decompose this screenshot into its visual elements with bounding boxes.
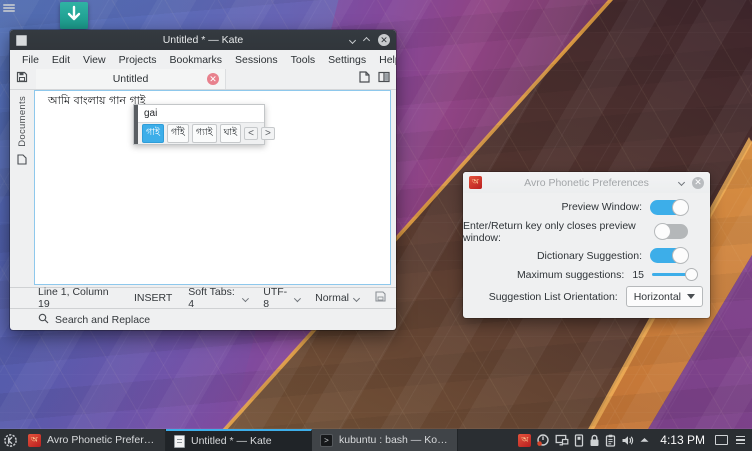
enter-closes-label: Enter/Return key only closes preview win… <box>463 220 647 244</box>
menu-sessions[interactable]: Sessions <box>235 54 278 66</box>
maximum-suggestions-label: Maximum suggestions: <box>517 269 624 281</box>
preview-window-toggle[interactable] <box>650 200 688 215</box>
close-icon[interactable]: ✕ <box>378 34 390 46</box>
documents-icon <box>17 152 27 170</box>
suggestion-item[interactable]: গাঁই <box>167 124 189 143</box>
avro-titlebar[interactable]: অ Avro Phonetic Preferences ✕ <box>463 172 710 193</box>
maximize-icon[interactable] <box>363 36 370 43</box>
highlight-mode-dropdown[interactable]: Normal <box>315 292 359 304</box>
kde-logo-icon <box>3 433 18 448</box>
tab-label: Untitled <box>113 73 149 85</box>
task-konsole[interactable]: > kubuntu : bash — Konsole <box>312 429 458 451</box>
device-notifier-icon[interactable] <box>574 434 584 447</box>
close-icon[interactable]: ✕ <box>692 177 704 189</box>
system-tray: অ 4:13 PM <box>518 429 752 451</box>
sidebar-tab-documents[interactable]: Documents <box>17 96 28 147</box>
search-and-replace-toolview[interactable]: Search and Replace <box>10 308 396 330</box>
avro-task-icon: অ <box>28 434 41 447</box>
suggestion-item[interactable]: ঘাই <box>220 124 242 143</box>
kate-titlebar[interactable]: Untitled * — Kate ✕ <box>10 30 396 50</box>
desktop-toolbox-hamburger-icon[interactable] <box>2 2 16 14</box>
task-kate[interactable]: Untitled * — Kate <box>166 429 312 451</box>
avro-dialog-title: Avro Phonetic Preferences <box>463 177 710 189</box>
chevron-down-icon <box>687 294 695 299</box>
suggestion-item-selected[interactable]: গাই <box>142 124 164 143</box>
menu-view[interactable]: View <box>83 54 106 66</box>
popup-grip-handle[interactable] <box>134 105 138 144</box>
minimize-icon[interactable] <box>678 179 685 186</box>
application-launcher-button[interactable] <box>0 429 20 451</box>
konsole-task-icon: > <box>320 434 333 447</box>
popup-suggestion-row: গাই গাঁই গ্যাই ঘাই < > <box>134 122 264 144</box>
menu-tools[interactable]: Tools <box>291 54 316 66</box>
kate-window-title: Untitled * — Kate <box>10 34 396 46</box>
save-icon[interactable] <box>16 70 28 88</box>
kate-tabbar: Untitled ✕ <box>10 69 396 90</box>
panel-settings-icon[interactable] <box>733 436 748 445</box>
show-desktop-pager[interactable] <box>715 435 728 445</box>
orientation-dropdown[interactable]: Horizontal <box>626 286 703 307</box>
expand-tray-arrow-icon[interactable] <box>639 436 650 444</box>
encoding-dropdown[interactable]: UTF-8 <box>263 286 299 310</box>
desktop: Untitled * — Kate ✕ File Edit View Proje… <box>0 0 752 451</box>
menu-file[interactable]: File <box>22 54 39 66</box>
digital-clock[interactable]: 4:13 PM <box>655 433 710 447</box>
kate-task-icon <box>174 435 185 448</box>
kate-left-sidebar: Documents <box>10 90 34 287</box>
cursor-position-label[interactable]: Line 1, Column 19 <box>38 286 120 310</box>
taskbar-panel: অ Avro Phonetic Preferences Untitled * —… <box>0 429 752 451</box>
search-and-replace-label: Search and Replace <box>55 314 150 326</box>
menu-edit[interactable]: Edit <box>52 54 70 66</box>
clipboard-icon[interactable] <box>605 434 616 447</box>
orientation-label: Suggestion List Orientation: <box>489 291 618 303</box>
pref-row-maximum-suggestions: Maximum suggestions: 15 <box>463 268 710 281</box>
suggestion-prev-button[interactable]: < <box>244 127 258 140</box>
editor-area[interactable]: আমি বাংলায় গান গাই gai গাই গাঁই গ্যাই ঘ… <box>34 90 391 285</box>
minimize-icon[interactable] <box>349 36 356 43</box>
avro-app-icon: অ <box>469 176 482 189</box>
menu-help[interactable]: Help <box>379 54 396 66</box>
pref-row-preview-window: Preview Window: <box>463 200 710 215</box>
install-arrow-icon <box>60 2 88 29</box>
avro-tray-icon[interactable]: অ <box>518 434 531 447</box>
session-status-icon[interactable] <box>536 433 550 447</box>
search-icon <box>38 313 49 327</box>
maximum-suggestions-value: 15 <box>632 269 644 281</box>
dictionary-suggestion-label: Dictionary Suggestion: <box>537 250 642 262</box>
pref-row-orientation: Suggestion List Orientation: Horizontal <box>463 286 710 307</box>
insert-mode-button[interactable]: INSERT <box>134 292 172 304</box>
maximum-suggestions-slider[interactable] <box>652 268 698 281</box>
display-settings-icon[interactable] <box>555 434 569 447</box>
menu-bookmarks[interactable]: Bookmarks <box>170 54 223 66</box>
kate-window: Untitled * — Kate ✕ File Edit View Proje… <box>10 30 396 330</box>
avro-preferences-dialog: অ Avro Phonetic Preferences ✕ Preview Wi… <box>463 172 710 318</box>
install-kubuntu-desktop-icon[interactable] <box>50 2 98 32</box>
kate-menubar: File Edit View Projects Bookmarks Sessio… <box>10 50 396 69</box>
tab-close-icon[interactable]: ✕ <box>207 73 219 85</box>
avro-suggestion-popup: gai গাই গাঁই গ্যাই ঘাই < > <box>133 104 265 145</box>
menu-projects[interactable]: Projects <box>119 54 157 66</box>
statusbar-save-icon[interactable] <box>375 291 386 305</box>
lock-icon[interactable] <box>589 434 600 447</box>
volume-icon[interactable] <box>621 434 634 447</box>
split-view-icon[interactable] <box>378 70 390 88</box>
pref-row-dictionary-suggestion: Dictionary Suggestion: <box>463 248 710 263</box>
task-avro-preferences[interactable]: অ Avro Phonetic Preferences <box>20 429 166 451</box>
menu-settings[interactable]: Settings <box>328 54 366 66</box>
dictionary-suggestion-toggle[interactable] <box>650 248 688 263</box>
soft-tabs-dropdown[interactable]: Soft Tabs: 4 <box>188 286 247 310</box>
enter-closes-toggle[interactable] <box>655 224 688 239</box>
suggestion-item[interactable]: গ্যাই <box>192 124 217 143</box>
kate-statusbar: Line 1, Column 19 INSERT Soft Tabs: 4 UT… <box>10 287 396 308</box>
popup-typed-text: gai <box>134 105 264 122</box>
pref-row-enter-closes: Enter/Return key only closes preview win… <box>463 220 710 244</box>
tab-untitled[interactable]: Untitled ✕ <box>36 69 226 89</box>
new-document-icon[interactable] <box>359 70 370 88</box>
preview-window-label: Preview Window: <box>561 201 642 213</box>
suggestion-next-button[interactable]: > <box>261 127 275 140</box>
